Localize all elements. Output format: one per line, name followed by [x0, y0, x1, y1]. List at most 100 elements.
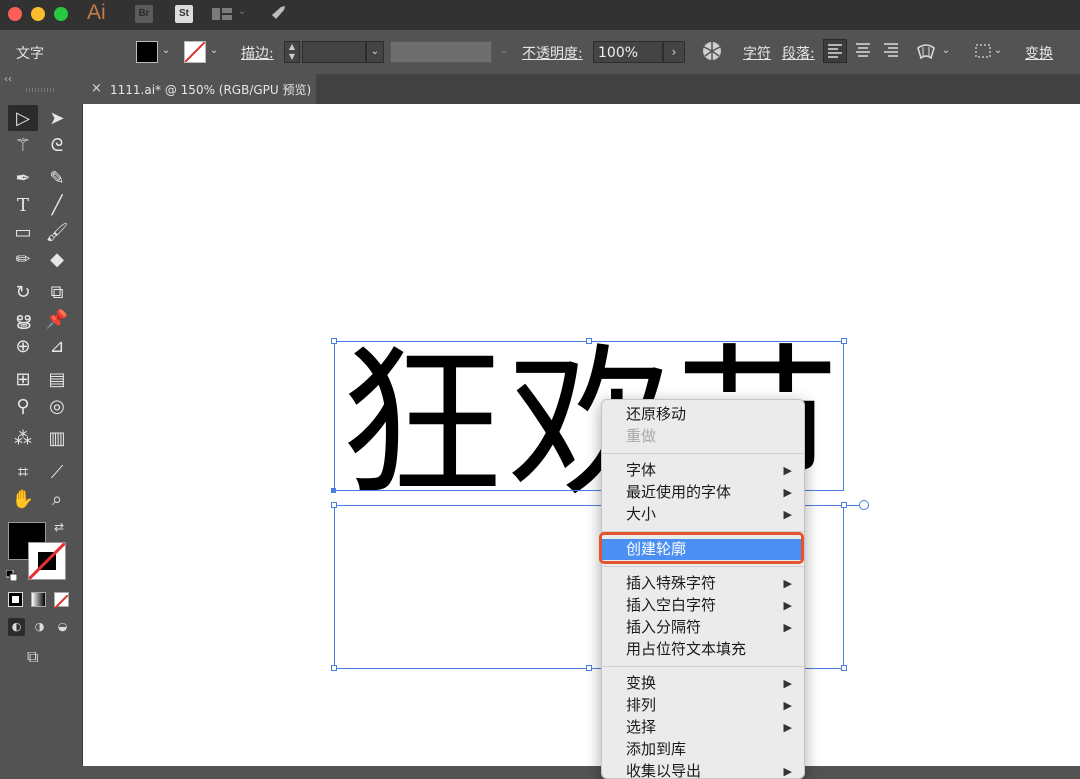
chevron-down-icon[interactable]: ⌄	[366, 41, 384, 63]
slice-tool[interactable]: ⟋	[42, 459, 72, 485]
chevron-down-icon[interactable]: ⌄	[939, 41, 953, 61]
gradient-tool[interactable]: ▤	[42, 366, 72, 392]
line-icon: ╱	[51, 194, 63, 216]
shape-builder-tool[interactable]: ⊕	[8, 333, 38, 359]
collapse-panel-icon[interactable]: ‹‹	[4, 74, 12, 85]
align-left-button[interactable]	[823, 39, 847, 63]
align-objects-icon[interactable]	[973, 42, 993, 60]
hand-tool[interactable]: ✋	[8, 486, 38, 512]
type-tool[interactable]: T	[8, 192, 38, 218]
zoom-tool[interactable]: ⌕	[42, 486, 72, 512]
chevron-down-icon[interactable]: ⌄	[207, 41, 221, 61]
scale-tool[interactable]: ⧉	[42, 279, 72, 305]
selection-handle[interactable]	[841, 665, 847, 671]
rocket-icon[interactable]	[266, 3, 288, 25]
menu-item-transform[interactable]: 变换 ▶	[602, 673, 804, 694]
eyedropper-tool[interactable]: ⚲	[8, 393, 38, 419]
direct-selection-tool[interactable]: ➤	[42, 105, 72, 131]
menu-item-collect-for-export[interactable]: 收集以导出 ▶	[602, 761, 804, 778]
paragraph-panel-link[interactable]: 段落:	[782, 43, 815, 63]
menu-separator	[602, 453, 804, 454]
menu-item-insert-special-character[interactable]: 插入特殊字符 ▶	[602, 573, 804, 594]
variable-width-profile[interactable]	[390, 41, 492, 63]
menu-item-select[interactable]: 选择 ▶	[602, 717, 804, 738]
fill-color-swatch[interactable]	[136, 41, 158, 63]
out-port-handle[interactable]	[859, 500, 869, 510]
close-tab-icon[interactable]: ×	[91, 81, 102, 96]
pen-tool[interactable]: ✒	[8, 165, 38, 191]
color-mode-button[interactable]	[8, 592, 23, 607]
draw-inside-button[interactable]: ◒	[54, 618, 71, 636]
bridge-button[interactable]: Br	[135, 5, 153, 23]
lasso-tool[interactable]: ᘓ	[42, 132, 72, 158]
gradient-mode-button[interactable]	[31, 592, 46, 607]
menu-item-fill-placeholder-text[interactable]: 用占位符文本填充	[602, 639, 804, 660]
default-fill-stroke-icon[interactable]	[5, 566, 18, 582]
selection-handle[interactable]	[331, 338, 337, 344]
chevron-down-icon[interactable]: ⌄	[238, 6, 246, 17]
selection-tool[interactable]: ▷	[8, 105, 38, 131]
workspace-layout-icon[interactable]	[212, 8, 232, 20]
stroke-label[interactable]: 描边:	[241, 43, 274, 63]
line-segment-tool[interactable]: ╱	[42, 192, 72, 218]
minimize-window-button[interactable]	[31, 7, 45, 21]
chevron-down-icon[interactable]: ⌄	[991, 41, 1005, 61]
symbol-sprayer-tool[interactable]: ⁂	[8, 425, 38, 451]
close-window-button[interactable]	[8, 7, 22, 21]
screen-mode-icon[interactable]: ⧉	[27, 647, 38, 667]
character-panel-link[interactable]: 字符	[743, 43, 771, 63]
rectangle-tool[interactable]: ▭	[8, 219, 38, 245]
chevron-down-icon[interactable]: ⌄	[497, 41, 511, 61]
mesh-tool[interactable]: ⊞	[8, 366, 38, 392]
title-bar: Ai Br St ⌄	[0, 0, 1080, 30]
selection-handle[interactable]	[331, 502, 337, 508]
recolor-artwork-icon[interactable]	[702, 41, 722, 61]
menu-item-arrange[interactable]: 排列 ▶	[602, 695, 804, 716]
graph-tool[interactable]: ▥	[42, 425, 72, 451]
rotate-tool[interactable]: ↻	[8, 279, 38, 305]
menu-item-insert-whitespace[interactable]: 插入空白字符 ▶	[602, 595, 804, 616]
chevron-down-icon[interactable]: ⌄	[159, 41, 173, 61]
pencil-tool[interactable]: ✏	[8, 246, 38, 272]
perspective-grid-tool[interactable]: ⊿	[42, 333, 72, 359]
draw-normal-button[interactable]: ◐	[8, 618, 25, 636]
stroke-weight-field[interactable]	[302, 41, 366, 63]
draw-behind-button[interactable]: ◑	[31, 618, 48, 636]
menu-item-undo-move[interactable]: 还原移动	[602, 404, 804, 425]
chevron-right-icon[interactable]: ›	[663, 41, 685, 63]
selection-handle[interactable]	[841, 502, 847, 508]
transform-panel-link[interactable]: 变换	[1025, 43, 1053, 63]
puppet-warp-tool[interactable]: 📌	[42, 306, 72, 332]
opacity-label[interactable]: 不透明度:	[522, 43, 583, 63]
stroke-color-swatch[interactable]	[184, 41, 206, 63]
context-menu: 还原移动 重做 字体 ▶ 最近使用的字体 ▶ 大小 ▶ 创建轮廓 插入特殊字符 ▶ 插入…	[601, 399, 805, 779]
menu-item-add-to-library[interactable]: 添加到库	[602, 739, 804, 760]
align-right-button[interactable]	[880, 39, 904, 63]
menu-item-font[interactable]: 字体 ▶	[602, 460, 804, 481]
selection-handle[interactable]	[586, 338, 592, 344]
paintbrush-tool[interactable]: 🖌	[42, 219, 72, 245]
selection-handle[interactable]	[331, 665, 337, 671]
selection-handle[interactable]	[841, 338, 847, 344]
menu-item-insert-break[interactable]: 插入分隔符 ▶	[602, 617, 804, 638]
artboard-tool[interactable]: ⌗	[8, 459, 38, 485]
panel-grip[interactable]	[26, 88, 54, 92]
eraser-tool[interactable]: ◆	[42, 246, 72, 272]
selection-handle[interactable]	[586, 665, 592, 671]
warp-tool[interactable]: ൠ	[8, 306, 38, 332]
envelope-distort-icon[interactable]	[916, 42, 936, 60]
blend-tool[interactable]: ◎	[42, 393, 72, 419]
menu-item-size[interactable]: 大小 ▶	[602, 504, 804, 525]
zoom-window-button[interactable]	[54, 7, 68, 21]
opacity-field[interactable]: 100%	[593, 41, 663, 63]
stock-button[interactable]: St	[175, 5, 193, 23]
curvature-tool[interactable]: ✎	[42, 165, 72, 191]
swap-fill-stroke-icon[interactable]: ⇄	[54, 520, 64, 534]
magic-wand-tool[interactable]: ⚚	[8, 132, 38, 158]
none-mode-button[interactable]	[54, 592, 69, 609]
align-center-button[interactable]	[852, 39, 876, 63]
menu-item-recent-fonts[interactable]: 最近使用的字体 ▶	[602, 482, 804, 503]
stroke-swatch[interactable]	[27, 541, 67, 581]
stroke-weight-stepper[interactable]: ▲ ▼	[284, 41, 300, 63]
document-tab[interactable]: × 1111.ai* @ 150% (RGB/GPU 预览)	[82, 74, 316, 104]
